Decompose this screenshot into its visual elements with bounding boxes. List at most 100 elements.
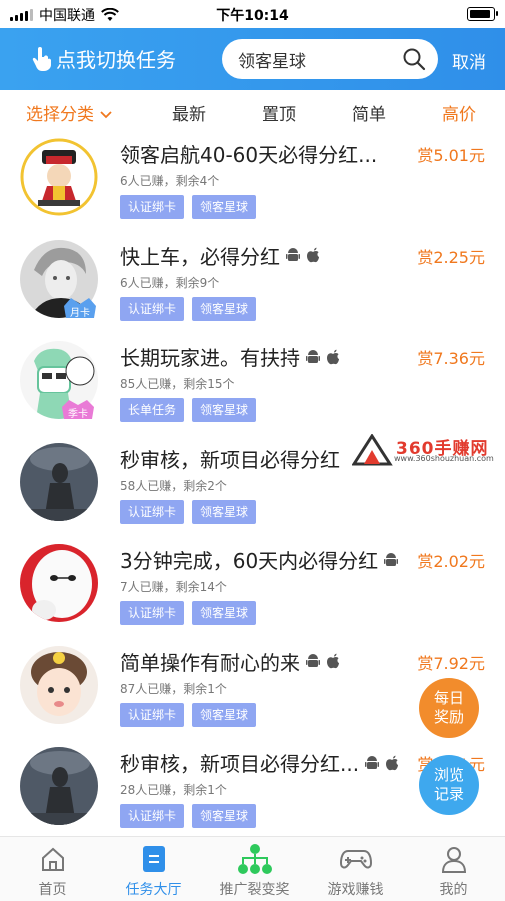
crown-badge: 季卡: [62, 400, 94, 420]
task-reward: 赏2.02元: [417, 552, 485, 571]
bottom-nav: 首页 任务大厅 推广裂变奖 游戏赚钱 我的: [0, 836, 505, 901]
nav-mine-label: 我的: [439, 882, 468, 898]
daily-reward-button[interactable]: 每日 奖励: [419, 678, 479, 738]
android-icon: [306, 349, 320, 363]
nav-home[interactable]: 首页: [2, 843, 103, 899]
task-title: 领客启航40-60天必得分红...: [120, 143, 378, 167]
task-title: 秒审核，新项目必得分红...: [120, 752, 360, 776]
tag-label: 领客星球: [192, 702, 257, 727]
tag-label: 认证绑卡: [120, 601, 185, 625]
nav-game-earn[interactable]: 游戏赚钱: [305, 843, 406, 899]
gamepad-icon: [339, 850, 372, 869]
task-meta: 6人已赚，剩余9个: [120, 275, 220, 290]
tag-label: 认证绑卡: [120, 296, 185, 321]
task-item[interactable]: 季卡 长期玩家进。有扶持 赏7.36元 85人已赚，剩余15个 长单任务 领客星…: [0, 333, 505, 435]
browse-history-button[interactable]: 浏览 记录: [419, 755, 479, 815]
tab-latest[interactable]: 最新: [172, 100, 206, 125]
tag-label: 领客星球: [192, 601, 257, 625]
task-title: 长期玩家进。有扶持: [120, 346, 300, 370]
category-label: 选择分类: [26, 105, 94, 125]
task-meta: 85人已赚，剩余15个: [120, 377, 235, 391]
tag-label: 领客星球: [192, 804, 257, 828]
task-reward: 赏5.01元: [417, 146, 485, 165]
apple-icon: [307, 247, 319, 263]
nav-home-label: 首页: [38, 882, 67, 898]
tag-label: 领客星球: [192, 499, 257, 524]
cancel-button[interactable]: 取消: [452, 48, 486, 73]
nav-referral-label: 推广裂变奖: [219, 882, 290, 898]
svg-text:季卡: 季卡: [68, 407, 88, 420]
tag-label: 认证绑卡: [120, 195, 185, 219]
watermark-logo: [352, 434, 393, 466]
daily-reward-line1: 每日: [433, 689, 464, 707]
task-reward: 赏7.92元: [417, 653, 485, 673]
android-icon: [365, 755, 380, 769]
task-reward: 赏2.25元: [417, 247, 485, 267]
category-dropdown[interactable]: 选择分类: [26, 100, 113, 125]
svg-text:月卡: 月卡: [70, 306, 90, 319]
task-meta: 58人已赚，剩余2个: [120, 478, 227, 493]
network-icon: [237, 844, 272, 874]
nav-task-hall[interactable]: 任务大厅: [103, 843, 204, 899]
switch-task-label: 点我切换任务: [56, 48, 176, 72]
tag-label: 领客星球: [192, 398, 257, 422]
battery-icon: [467, 7, 498, 21]
tag-label: 领客星球: [192, 296, 257, 321]
pointing-hand-icon: [32, 46, 51, 71]
android-icon: [384, 552, 399, 566]
search-input[interactable]: [236, 48, 400, 70]
user-icon: [441, 847, 466, 873]
watermark-url: www.360shouzhuan.com: [394, 454, 494, 463]
header-bar: 点我切换任务 取消: [0, 28, 505, 90]
tab-pinned[interactable]: 置顶: [262, 100, 296, 125]
task-title: 秒审核，新项目必得分红: [120, 447, 340, 472]
task-meta: 7人已赚，剩余14个: [120, 580, 227, 594]
apple-icon: [327, 653, 339, 669]
task-list: 领客启航40-60天必得分红... 赏5.01元 6人已赚，剩余4个 认证绑卡 …: [0, 130, 505, 841]
tag-label: 认证绑卡: [120, 804, 185, 828]
avatar: [20, 747, 98, 825]
android-icon: [306, 654, 320, 667]
nav-mine[interactable]: 我的: [403, 843, 504, 899]
avatar: [20, 138, 98, 216]
tag-label: 认证绑卡: [120, 702, 185, 727]
nav-task-hall-label: 任务大厅: [125, 882, 182, 898]
search-box[interactable]: [222, 39, 438, 79]
tag-label: 长单任务: [120, 398, 185, 422]
task-title: 快上车，必得分红: [120, 244, 280, 269]
daily-reward-line2: 奖励: [433, 708, 464, 726]
avatar: [20, 645, 98, 724]
status-time: 下午10:14: [216, 8, 289, 24]
task-meta: 87人已赚，剩余1个: [120, 681, 227, 696]
apple-icon: [386, 755, 399, 770]
nav-game-earn-label: 游戏赚钱: [327, 882, 384, 898]
browse-history-line1: 浏览: [433, 766, 464, 784]
task-item[interactable]: 月卡 快上车，必得分红 赏2.25元 6人已赚，剩余9个 认证绑卡 领客星球: [0, 232, 505, 334]
task-reward: 赏7.36元: [417, 349, 485, 368]
task-title: 3分钟完成，60天内必得分红: [120, 549, 379, 573]
browse-history-line2: 记录: [433, 785, 464, 803]
task-item[interactable]: 3分钟完成，60天内必得分红 赏2.02元 7人已赚，剩余14个 认证绑卡 领客…: [0, 536, 505, 638]
switch-task-button[interactable]: 点我切换任务: [32, 44, 176, 73]
tab-high-price[interactable]: 高价: [442, 100, 476, 125]
chevron-down-icon: [100, 111, 113, 119]
android-icon: [286, 248, 300, 261]
task-hall-icon: [142, 846, 165, 872]
task-item[interactable]: 领客启航40-60天必得分红... 赏5.01元 6人已赚，剩余4个 认证绑卡 …: [0, 130, 505, 232]
tag-label: 领客星球: [192, 195, 257, 219]
nav-referral[interactable]: 推广裂变奖: [204, 843, 305, 899]
avatar: [20, 442, 98, 521]
home-icon: [41, 847, 64, 871]
tab-simple[interactable]: 简单: [352, 100, 386, 125]
task-meta: 6人已赚，剩余4个: [120, 174, 220, 188]
search-icon[interactable]: [402, 47, 426, 71]
filter-bar: 选择分类 最新 置顶 简单 高价: [0, 92, 505, 130]
status-bar: 中国联通 下午10:14: [0, 0, 505, 28]
watermark: 360手赚网 www.360shouzhuan.com: [352, 434, 502, 466]
task-meta: 28人已赚，剩余1个: [120, 783, 227, 797]
apple-icon: [327, 349, 339, 364]
tag-label: 认证绑卡: [120, 499, 185, 524]
crown-badge: 月卡: [64, 297, 96, 319]
avatar: [20, 544, 98, 622]
task-title: 简单操作有耐心的来: [120, 650, 300, 675]
